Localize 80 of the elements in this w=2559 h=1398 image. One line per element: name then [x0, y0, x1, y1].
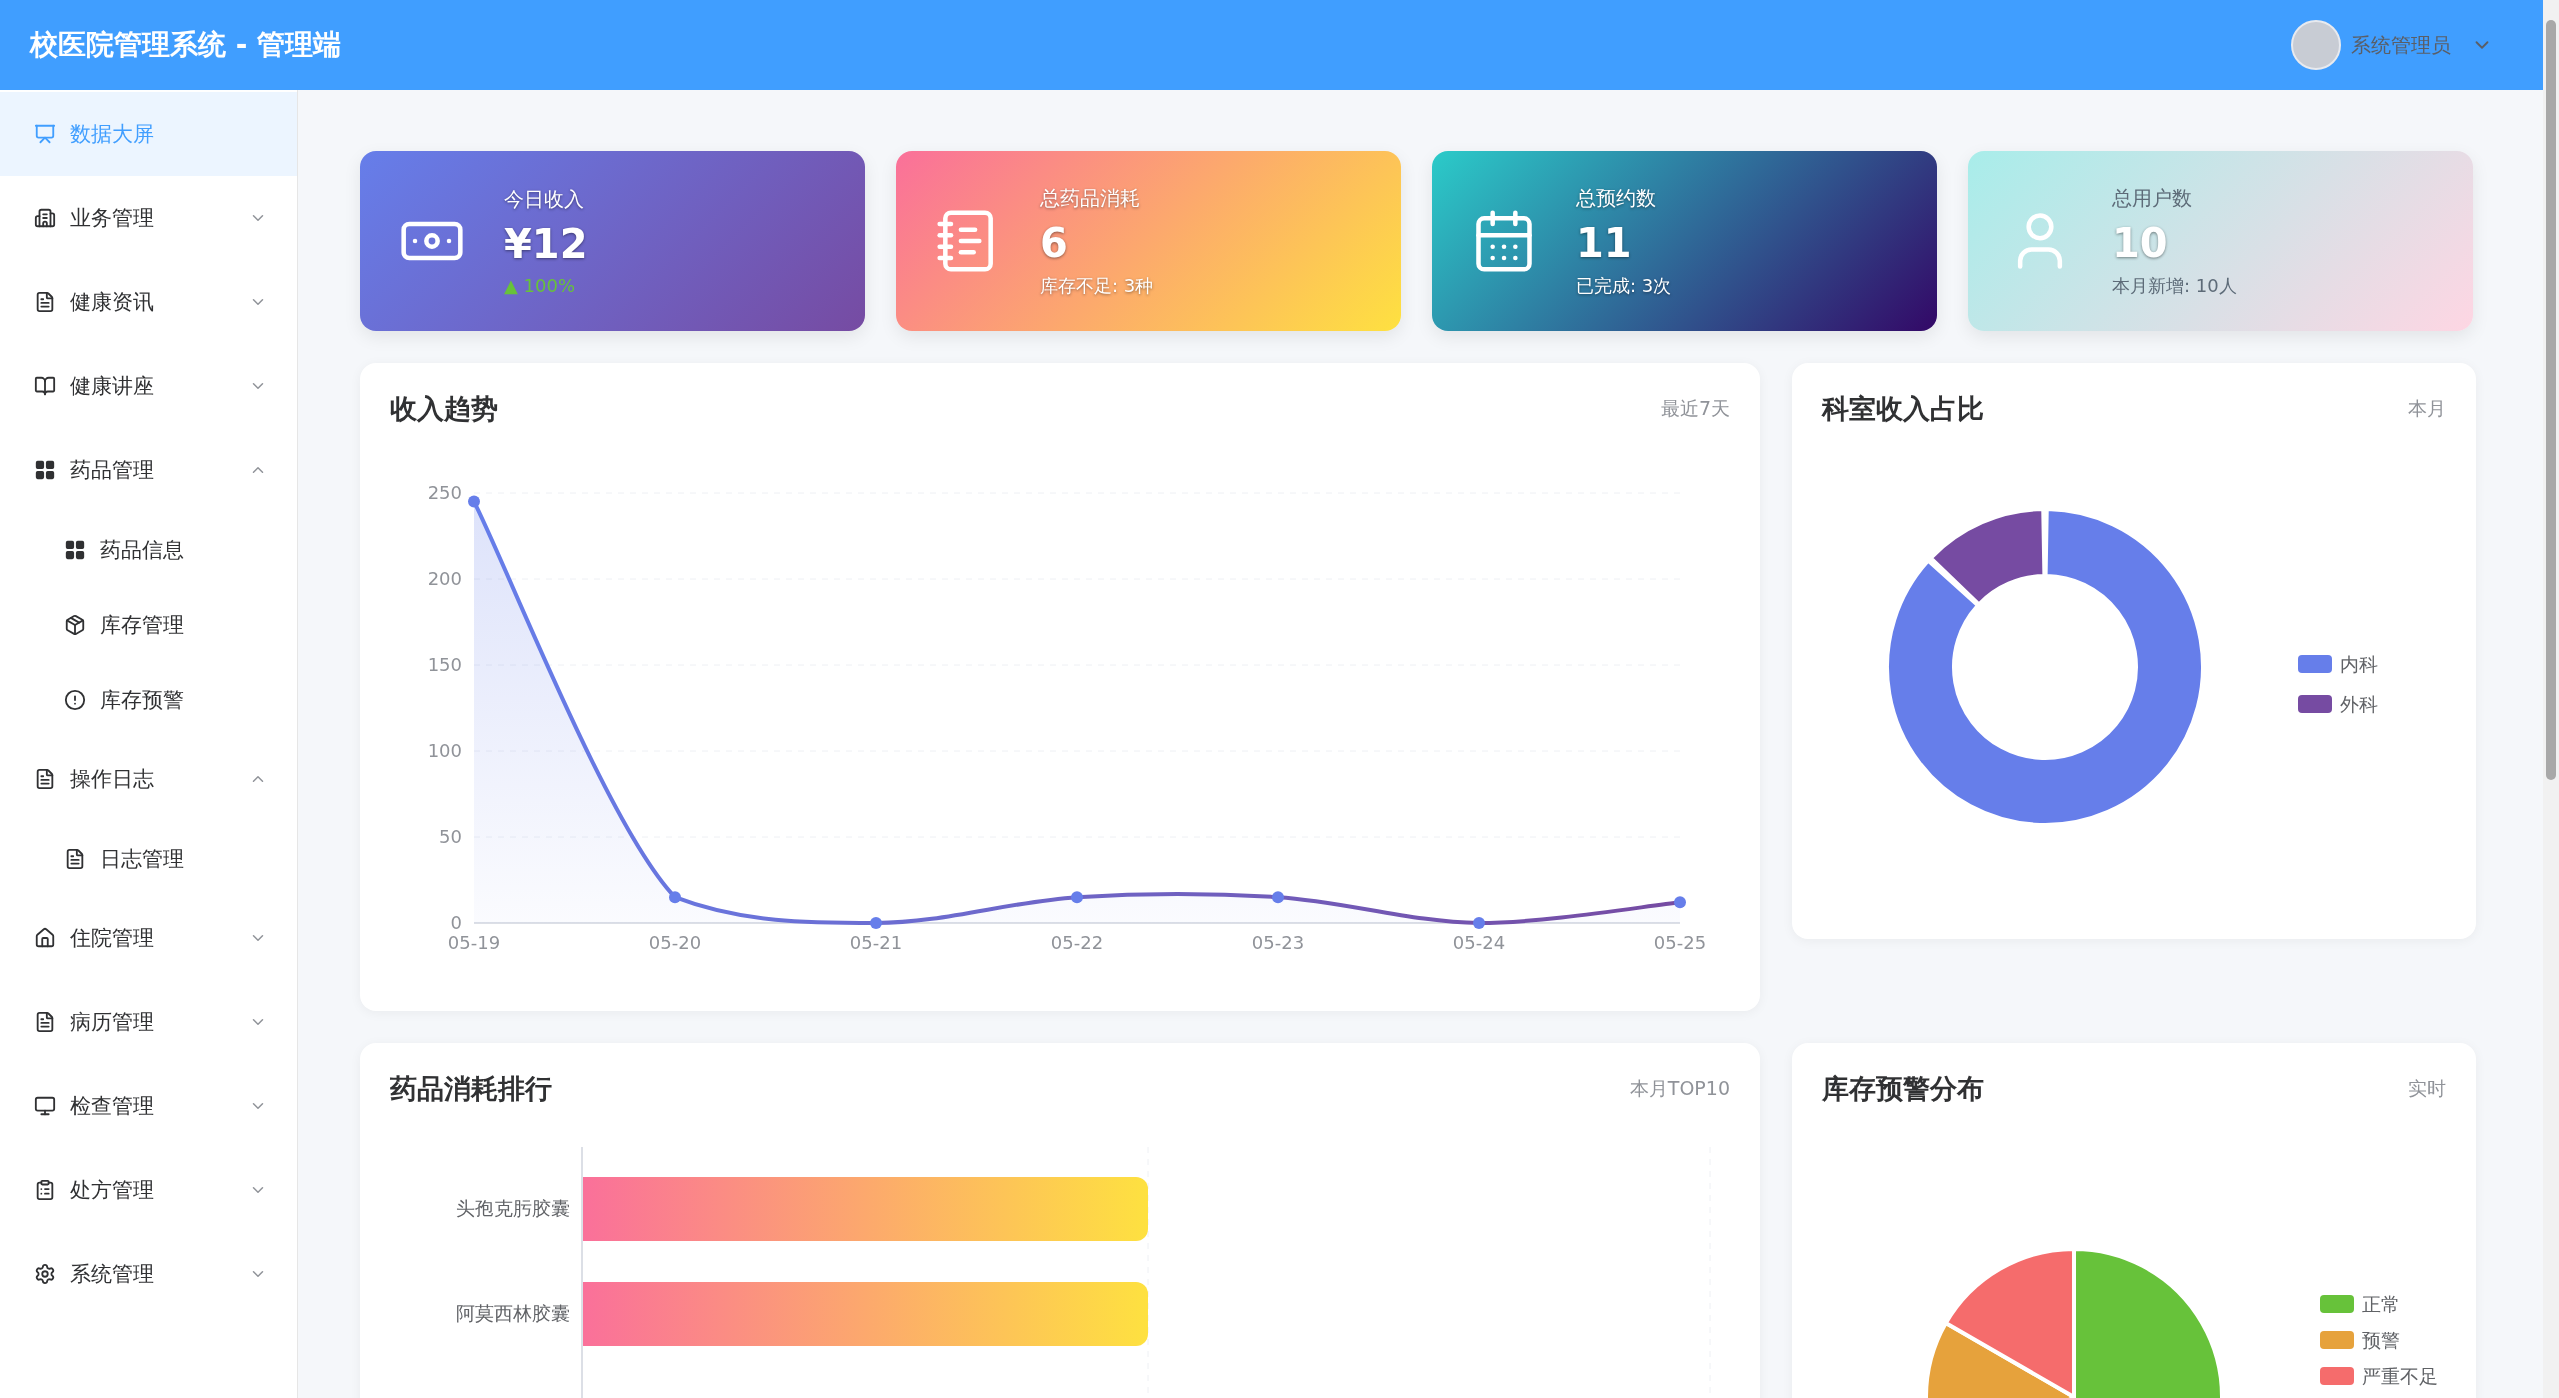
- period-label: 最近7天: [1660, 396, 1730, 421]
- menu-icon: [34, 1011, 56, 1033]
- sidebar-item[interactable]: 业务管理: [0, 176, 297, 260]
- sidebar-item[interactable]: 系统管理: [0, 1232, 297, 1316]
- menu-icon: [34, 768, 56, 790]
- scrollbar[interactable]: [2543, 0, 2559, 1398]
- scrollbar-thumb[interactable]: [2546, 20, 2556, 780]
- sidebar-item[interactable]: 检查管理: [0, 1064, 297, 1148]
- stat-label: 总药品消耗: [1040, 184, 1141, 212]
- menu-icon: [34, 927, 56, 949]
- sidebar-item[interactable]: 处方管理: [0, 1148, 297, 1232]
- sidebar-subitem[interactable]: 库存预警: [0, 662, 297, 737]
- axis-tick-label: 50: [439, 826, 462, 847]
- stat-value: ¥12: [504, 221, 588, 267]
- data-point: [468, 495, 480, 508]
- sidebar-item[interactable]: 药品管理: [0, 428, 297, 512]
- legend-label: 外科: [2340, 693, 2378, 715]
- axis-tick-label: 05-24: [1452, 932, 1506, 953]
- axis-tick-label: 05-23: [1251, 932, 1305, 953]
- avatar[interactable]: [2291, 20, 2341, 70]
- axis-tick-label: 0: [450, 912, 462, 933]
- menu-icon: [34, 291, 56, 313]
- period-label: 本月: [2408, 396, 2446, 421]
- axis-tick-label: 250: [427, 482, 462, 503]
- stat-label: 今日收入: [504, 186, 585, 213]
- menu-icon: [34, 123, 56, 145]
- data-point: [1473, 917, 1485, 929]
- period-label: 实时: [2408, 1076, 2446, 1101]
- sidebar-subitem[interactable]: 库存管理: [0, 587, 297, 662]
- card-title: 药品消耗排行: [390, 1072, 552, 1106]
- data-point: [1272, 891, 1284, 904]
- data-point: [1674, 896, 1686, 909]
- sidebar-item[interactable]: 住院管理: [0, 896, 297, 980]
- menu-icon: [64, 847, 86, 870]
- axis-tick-label: 05-21: [849, 932, 903, 953]
- axis-tick-label: 头孢克肟胶囊: [456, 1197, 570, 1219]
- trend-text: ▲ 100%: [504, 275, 577, 296]
- stat-value: 10: [2112, 219, 2169, 266]
- axis-tick-label: 200: [427, 568, 462, 589]
- legend-label: 预警: [2362, 1329, 2400, 1351]
- axis-tick-label: 05-19: [447, 932, 501, 953]
- menu-icon: [34, 1179, 56, 1201]
- stat-note: 库存不足: 3种: [1040, 273, 1154, 298]
- sidebar-item[interactable]: 病历管理: [0, 980, 297, 1064]
- stat-label: 总用户数: [2112, 184, 2193, 212]
- menu-icon: [64, 688, 86, 711]
- axis-tick-label: 05-20: [648, 932, 702, 953]
- data-point: [669, 891, 681, 904]
- menu-icon: [34, 1263, 56, 1285]
- stat-note: 本月新增: 10人: [2112, 273, 2237, 298]
- axis-tick-label: 阿莫西林胶囊: [456, 1302, 570, 1324]
- legend-label: 正常: [2362, 1293, 2400, 1315]
- stat-note: 已完成: 3次: [1576, 273, 1672, 298]
- app-title: 校医院管理系统 - 管理端: [30, 27, 342, 63]
- menu-icon: [64, 613, 86, 636]
- data-point: [870, 917, 882, 929]
- legend-label: 严重不足: [2362, 1365, 2438, 1387]
- axis-tick-label: 05-22: [1050, 932, 1104, 953]
- stat-value: 6: [1040, 219, 1069, 266]
- sidebar-item[interactable]: 操作日志: [0, 737, 297, 821]
- data-point: [1071, 891, 1083, 904]
- sidebar-item[interactable]: 健康资讯: [0, 260, 297, 344]
- axis-tick-label: 100: [427, 740, 462, 761]
- stat-label: 总预约数: [1576, 184, 1657, 212]
- period-label: 本月TOP10: [1629, 1076, 1730, 1101]
- axis-tick-label: 05-25: [1653, 932, 1707, 953]
- sidebar-subitem[interactable]: 日志管理: [0, 821, 297, 896]
- menu-icon: [34, 459, 56, 481]
- stat-value: 11: [1576, 219, 1633, 266]
- card-title: 科室收入占比: [1822, 392, 1984, 426]
- menu-icon: [34, 207, 56, 229]
- menu-icon: [34, 1095, 56, 1117]
- card-title: 库存预警分布: [1822, 1072, 1984, 1106]
- legend-label: 内科: [2340, 653, 2378, 675]
- sidebar-subitem[interactable]: 药品信息: [0, 512, 297, 587]
- sidebar-item[interactable]: 健康讲座: [0, 344, 297, 428]
- menu-icon: [34, 375, 56, 397]
- axis-tick-label: 150: [427, 654, 462, 675]
- menu-icon: [64, 538, 86, 561]
- card-title: 收入趋势: [390, 392, 498, 426]
